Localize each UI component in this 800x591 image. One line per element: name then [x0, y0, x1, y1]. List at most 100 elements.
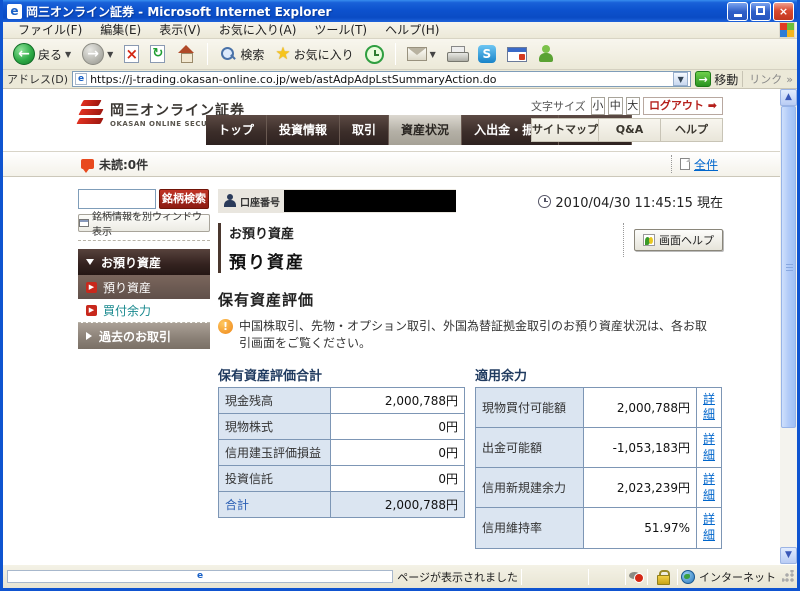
minimize-button[interactable]: [727, 2, 748, 21]
divider: [78, 240, 210, 241]
row-label: 出金可能額: [476, 427, 584, 467]
window-title: 岡三オンライン証券 - Microsoft Internet Explorer: [26, 3, 725, 20]
star-icon: ★: [275, 45, 290, 63]
stock-info-window-button[interactable]: 銘柄情報を別ウィンドウ表示: [78, 214, 210, 232]
detail-link[interactable]: 詳細: [703, 432, 715, 463]
nav-investment-info[interactable]: 投資情報: [267, 115, 340, 145]
total-value: 2,000,788円: [331, 491, 465, 517]
menu-bar: ファイル(F) 編集(E) 表示(V) お気に入り(A) ツール(T) ヘルプ(…: [3, 22, 797, 39]
go-button[interactable]: → 移動: [695, 71, 738, 88]
sitemap-link[interactable]: サイトマップ: [532, 119, 599, 141]
summary-table: 現金残高 2,000,788円 現物株式 0円 信用建玉評価損益 0円: [218, 387, 465, 518]
scrollbar-thumb[interactable]: [781, 106, 796, 428]
arrow-right-icon: ▶: [86, 282, 97, 293]
detail-link[interactable]: 詳細: [703, 472, 715, 503]
messenger-button[interactable]: [534, 43, 558, 65]
back-dropdown-icon[interactable]: ▼: [65, 50, 71, 59]
margin-table-title: 適用余力: [475, 365, 722, 384]
account-number-label: 口座番号: [240, 194, 280, 209]
mail-dropdown-icon[interactable]: ▼: [430, 50, 436, 59]
menu-view[interactable]: 表示(V): [150, 22, 210, 38]
table-row: 現物株式 0円: [219, 413, 465, 439]
scroll-up-icon[interactable]: ▲: [780, 89, 797, 106]
font-size-label: 文字サイズ: [531, 98, 586, 114]
nav-asset-status[interactable]: 資産状況: [389, 115, 462, 145]
edit-window-icon: [507, 47, 527, 62]
chevron-icon[interactable]: »: [786, 73, 793, 86]
status-bar: e ページが表示されました インターネット: [3, 564, 797, 588]
font-size-small-button[interactable]: 小: [591, 97, 605, 115]
detail-link[interactable]: 詳細: [703, 512, 715, 543]
screen-help-button[interactable]: 画面ヘルプ: [634, 229, 723, 251]
home-button[interactable]: [172, 43, 200, 65]
print-button[interactable]: [443, 44, 471, 64]
address-label: アドレス(D): [7, 71, 68, 87]
logout-button[interactable]: ログアウト ➡: [643, 97, 723, 115]
mail-button[interactable]: ▼: [403, 45, 440, 63]
resize-grip[interactable]: [782, 570, 795, 583]
scroll-down-icon[interactable]: ▼: [780, 547, 797, 564]
clock-icon: [538, 195, 551, 208]
table-row: 信用維持率 51.97% 詳細: [476, 508, 722, 548]
page-icon: e: [75, 73, 87, 85]
refresh-button[interactable]: [146, 43, 169, 65]
help-link[interactable]: ヘルプ: [661, 119, 722, 141]
sidebar-header-assets[interactable]: お預り資産: [78, 249, 210, 275]
row-value: 2,000,788円: [331, 387, 465, 413]
section-title-holdings: 保有資産評価: [218, 289, 723, 310]
maximize-button[interactable]: [750, 2, 771, 21]
all-items-link[interactable]: 全件: [694, 156, 718, 173]
menu-edit[interactable]: 編集(E): [91, 22, 150, 38]
unread-bar: 未読:0件 全件: [3, 151, 780, 177]
address-dropdown-icon[interactable]: ▼: [673, 72, 688, 86]
sidebar-item-buying-power[interactable]: ▶ 買付余力: [78, 299, 210, 323]
sidebar-header-past-trades[interactable]: 過去のお取引: [78, 323, 210, 349]
stop-button[interactable]: [120, 43, 143, 65]
go-arrow-icon: →: [695, 71, 711, 87]
favorites-button[interactable]: ★ お気に入り: [271, 43, 357, 65]
address-input[interactable]: e https://j-trading.okasan-online.co.jp/…: [72, 71, 691, 87]
messenger-icon: [538, 45, 554, 63]
close-button[interactable]: ×: [773, 2, 794, 21]
windows-logo-icon: [779, 22, 795, 38]
vertical-scrollbar[interactable]: ▲ ▼: [780, 89, 797, 564]
search-button[interactable]: 検索: [215, 43, 268, 65]
triangle-down-icon: [86, 259, 94, 265]
menu-file[interactable]: ファイル(F): [9, 22, 91, 38]
browser-window: e 岡三オンライン証券 - Microsoft Internet Explore…: [0, 0, 800, 591]
table-row: 信用建玉評価損益 0円: [219, 439, 465, 465]
stock-search-input[interactable]: [78, 189, 156, 209]
menu-favorites[interactable]: お気に入り(A): [210, 22, 306, 38]
row-value: 2,000,788円: [584, 387, 697, 427]
row-value: 2,023,239円: [584, 468, 697, 508]
links-bar[interactable]: リンク »: [742, 71, 793, 87]
ssl-lock-icon: [657, 570, 668, 583]
menu-tools[interactable]: ツール(T): [305, 22, 376, 38]
refresh-icon: [150, 45, 165, 63]
help-leaf-icon: [643, 234, 655, 246]
back-icon: ←: [13, 43, 35, 65]
edit-tool-button[interactable]: [503, 45, 531, 64]
back-button[interactable]: ← 戻る ▼: [9, 41, 75, 67]
row-label: 信用維持率: [476, 508, 584, 548]
nav-trading[interactable]: 取引: [340, 115, 389, 145]
menu-help[interactable]: ヘルプ(H): [376, 22, 448, 38]
nav-top[interactable]: トップ: [206, 115, 267, 145]
detail-link[interactable]: 詳細: [703, 392, 715, 423]
timestamp: 2010/04/30 11:45:15 現在: [555, 192, 723, 211]
sidebar-item-deposit-assets[interactable]: ▶ 預り資産: [78, 275, 210, 299]
history-button[interactable]: [361, 43, 388, 66]
qa-link[interactable]: Q&A: [599, 119, 661, 141]
forward-dropdown-icon[interactable]: ▼: [107, 50, 113, 59]
row-value: -1,053,183円: [584, 427, 697, 467]
margin-column: 適用余力 現物買付可能額 2,000,788円 詳細 出金可能額 -1,053,…: [475, 365, 722, 549]
table-row: 現金残高 2,000,788円: [219, 387, 465, 413]
forward-button[interactable]: → ▼: [78, 41, 117, 67]
stock-search-button[interactable]: 銘柄検索: [159, 189, 209, 209]
sidebar: 銘柄検索 銘柄情報を別ウィンドウ表示 お預り資産 ▶ 預り資産: [78, 189, 210, 564]
font-size-medium-button[interactable]: 中: [608, 97, 622, 115]
skype-button[interactable]: S: [474, 43, 500, 65]
font-size-large-button[interactable]: 大: [626, 97, 640, 115]
total-label: 合計: [219, 491, 331, 517]
new-window-icon: [79, 219, 89, 227]
